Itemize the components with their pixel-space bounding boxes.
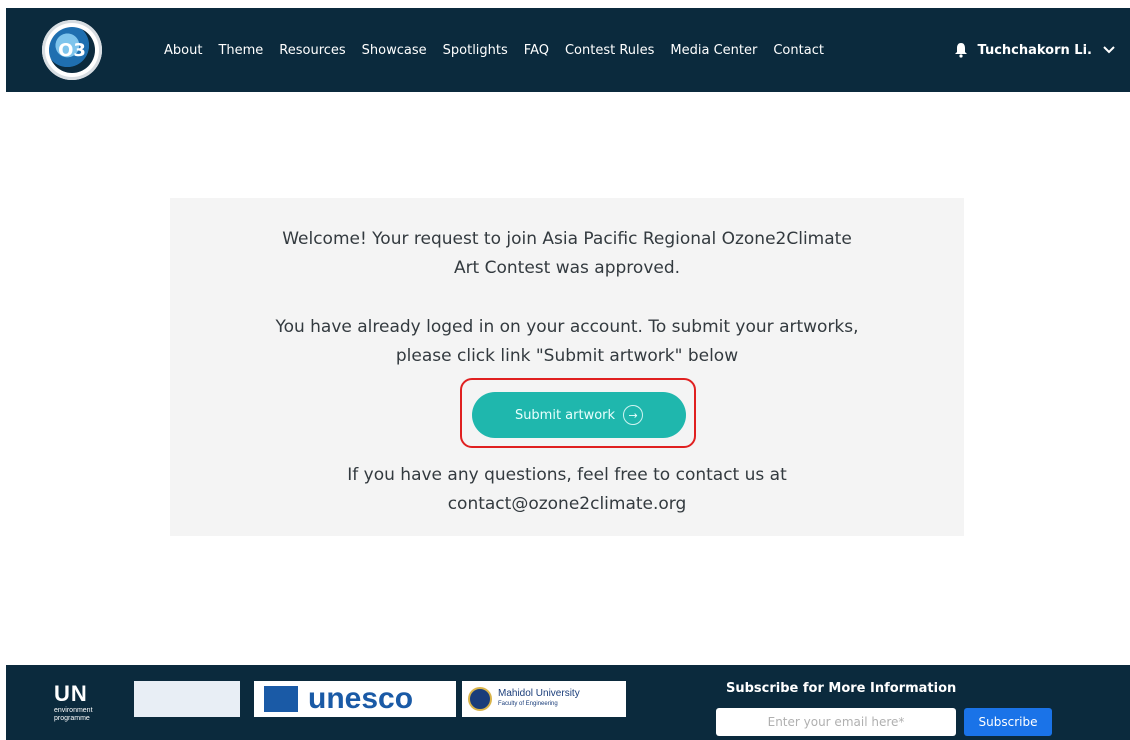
contact-line: If you have any questions, feel free to … — [347, 465, 787, 485]
site-header: O3 About Theme Resources Showcase Spotli… — [6, 8, 1130, 92]
chevron-down-icon[interactable] — [1102, 45, 1116, 55]
mahidol-seal-icon — [468, 687, 492, 711]
email-input[interactable] — [716, 708, 956, 736]
submit-artwork-label: Submit artwork — [514, 407, 616, 423]
site-footer: UN environment programme unesco Mahidol … — [6, 665, 1130, 740]
welcome-message: Welcome! Your request to join Asia Pacif… — [170, 225, 964, 283]
user-menu[interactable]: Tuchchakorn Li. — [954, 8, 1117, 92]
main-nav: About Theme Resources Showcase Spotlight… — [164, 8, 840, 92]
o3-logo[interactable]: O3 — [42, 20, 102, 80]
login-line-2: please click link "Submit artwork" below — [395, 346, 739, 366]
nav-resources[interactable]: Resources — [279, 43, 345, 58]
user-name[interactable]: Tuchchakorn Li. — [978, 43, 1093, 58]
welcome-line-2: Art Contest was approved. — [453, 258, 681, 278]
climate-action-logo — [134, 681, 240, 717]
arrow-right-icon: → — [623, 405, 644, 425]
unesco-wordmark: unesco — [308, 682, 414, 715]
unep-logo: UN environment programme — [54, 681, 93, 723]
mahidol-logo: Mahidol University Faculty of Engineerin… — [462, 681, 626, 717]
nav-theme[interactable]: Theme — [218, 43, 263, 58]
bell-icon[interactable] — [954, 42, 968, 58]
unesco-logo: unesco — [254, 681, 456, 717]
nav-about[interactable]: About — [164, 43, 202, 58]
nav-showcase[interactable]: Showcase — [362, 43, 427, 58]
subscribe-title: Subscribe for More Information — [726, 681, 957, 696]
nav-spotlights[interactable]: Spotlights — [443, 43, 508, 58]
mahidol-sub: Faculty of Engineering — [498, 701, 558, 707]
login-message: You have already loged in on your accoun… — [170, 313, 964, 371]
nav-contest-rules[interactable]: Contest Rules — [565, 43, 654, 58]
unep-line-1: environment — [54, 707, 93, 714]
approval-card: Welcome! Your request to join Asia Pacif… — [170, 198, 964, 536]
unep-line-2: programme — [54, 715, 90, 722]
logo-mark: O3 — [49, 27, 95, 73]
nav-contact[interactable]: Contact — [773, 43, 824, 58]
unep-mark: UN — [54, 681, 88, 706]
contact-message: If you have any questions, feel free to … — [170, 461, 964, 519]
welcome-line-1: Welcome! Your request to join Asia Pacif… — [282, 229, 852, 249]
nav-media-center[interactable]: Media Center — [670, 43, 757, 58]
submit-artwork-button[interactable]: Submit artwork → — [472, 392, 686, 438]
contact-email[interactable]: contact@ozone2climate.org — [170, 490, 964, 519]
unesco-temple-icon — [264, 686, 298, 712]
login-line-1: You have already loged in on your accoun… — [275, 317, 859, 337]
subscribe-button[interactable]: Subscribe — [964, 708, 1052, 736]
nav-faq[interactable]: FAQ — [524, 43, 549, 58]
mahidol-name: Mahidol University — [498, 688, 580, 699]
